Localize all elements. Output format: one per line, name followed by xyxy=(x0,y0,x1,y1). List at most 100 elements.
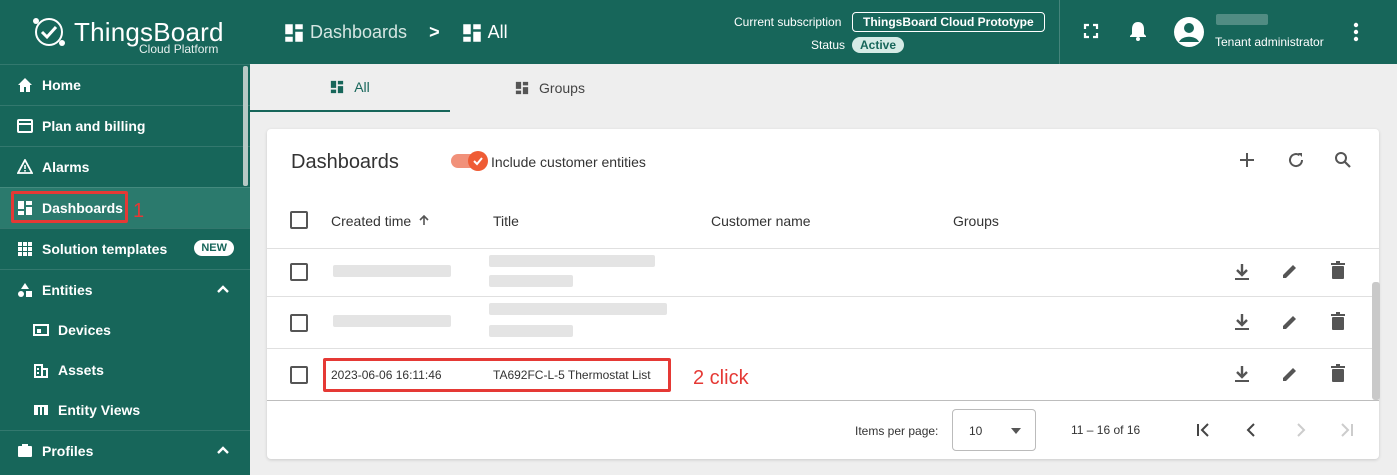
annotation-step-2: 2 click xyxy=(693,367,749,389)
tab-bar: All Groups xyxy=(250,64,1397,112)
sidebar-item-plan-billing[interactable]: Plan and billing xyxy=(0,105,250,146)
next-page-icon[interactable] xyxy=(1295,422,1307,438)
sidebar-item-assets[interactable]: Assets xyxy=(0,350,250,390)
arrow-up-icon[interactable] xyxy=(418,214,430,226)
entity-views-icon xyxy=(32,401,50,419)
last-page-icon[interactable] xyxy=(1339,422,1355,438)
avatar-icon[interactable] xyxy=(1173,16,1205,48)
subscription-chip[interactable]: ThingsBoard Cloud Prototype xyxy=(852,12,1045,32)
card-title: Dashboards xyxy=(291,151,399,173)
breadcrumb-dashboards[interactable]: Dashboards xyxy=(310,22,407,43)
delete-icon[interactable] xyxy=(1330,312,1346,331)
table-scrollbar[interactable] xyxy=(1372,282,1380,400)
annotation-box-row xyxy=(323,358,671,392)
sidebar-item-label: Plan and billing xyxy=(42,118,146,134)
breadcrumb-all: All xyxy=(487,22,508,42)
dashboard-icon xyxy=(285,23,303,42)
fullscreen-icon[interactable] xyxy=(1083,23,1099,39)
search-icon[interactable] xyxy=(1334,151,1352,169)
dashboard-icon xyxy=(515,81,529,95)
add-icon[interactable] xyxy=(1239,152,1255,168)
include-customer-toggle[interactable] xyxy=(451,151,488,171)
warning-icon xyxy=(16,158,34,176)
more-vertical-icon[interactable] xyxy=(1353,22,1359,42)
row-divider xyxy=(267,400,1379,401)
chevron-up-icon[interactable] xyxy=(216,443,230,457)
download-icon[interactable] xyxy=(1233,364,1251,384)
tab-label: All xyxy=(354,79,370,95)
credit-card-icon xyxy=(16,117,34,135)
sidebar-item-home[interactable]: Home xyxy=(0,64,250,105)
sidebar-item-entities[interactable]: Entities xyxy=(0,269,250,310)
download-icon[interactable] xyxy=(1233,262,1251,282)
column-title[interactable]: Title xyxy=(493,213,519,229)
edit-icon[interactable] xyxy=(1281,313,1299,331)
sidebar-item-entity-views[interactable]: Entity Views xyxy=(0,390,250,430)
user-name-redacted xyxy=(1216,14,1268,25)
download-icon[interactable] xyxy=(1233,312,1251,332)
column-customer-name[interactable]: Customer name xyxy=(711,213,811,229)
page-size-value: 10 xyxy=(969,424,983,438)
redacted-title xyxy=(489,275,573,287)
sidebar-item-label: Entities xyxy=(42,282,93,298)
row-checkbox[interactable] xyxy=(290,314,308,332)
breadcrumb-separator: > xyxy=(429,22,440,42)
chevron-up-icon[interactable] xyxy=(216,282,230,296)
sidebar-item-label: Assets xyxy=(58,362,104,378)
edit-icon[interactable] xyxy=(1281,365,1299,383)
delete-icon[interactable] xyxy=(1330,364,1346,383)
sidebar-item-alarms[interactable]: Alarms xyxy=(0,146,250,187)
dashboard-icon xyxy=(462,23,481,42)
row-checkbox[interactable] xyxy=(290,263,308,281)
sidebar-item-label: Profiles xyxy=(42,443,94,459)
redacted-created-time xyxy=(333,265,451,277)
thingsboard-logo-icon xyxy=(33,18,65,46)
row-checkbox[interactable] xyxy=(290,366,308,384)
subscription-label: Current subscription xyxy=(734,15,842,29)
dashboards-table-card: Dashboards Include customer entities Cre… xyxy=(267,129,1379,459)
status-label: Status xyxy=(811,38,846,52)
table-row[interactable] xyxy=(267,249,1379,297)
dashboard-icon xyxy=(331,80,344,94)
notifications-bell-icon[interactable] xyxy=(1129,21,1147,41)
annotation-box-dashboards xyxy=(11,191,128,223)
sidebar-item-devices[interactable]: Devices xyxy=(0,310,250,350)
logo[interactable]: ThingsBoard Cloud Platform xyxy=(0,0,250,64)
toolbar-divider xyxy=(1059,0,1060,64)
status-badge: Active xyxy=(852,37,905,53)
annotation-step-1: 1 xyxy=(133,200,145,222)
delete-icon[interactable] xyxy=(1330,261,1346,280)
select-all-checkbox[interactable] xyxy=(290,211,308,229)
sidebar: ThingsBoard Cloud Platform Home Plan and… xyxy=(0,0,250,475)
page-range: 11 – 16 of 16 xyxy=(1071,423,1141,437)
profiles-icon xyxy=(16,442,34,460)
home-icon xyxy=(16,76,34,94)
entities-icon xyxy=(16,281,34,299)
refresh-icon[interactable] xyxy=(1287,151,1305,169)
check-icon xyxy=(468,151,488,171)
sidebar-item-label: Entity Views xyxy=(58,402,141,418)
logo-subtitle: Cloud Platform xyxy=(139,42,219,56)
tab-all[interactable]: All xyxy=(250,64,450,112)
column-created-time[interactable]: Created time xyxy=(331,213,411,229)
sidebar-item-profiles[interactable]: Profiles xyxy=(0,430,250,471)
sidebar-item-label: Alarms xyxy=(42,159,90,175)
sidebar-scrollbar[interactable] xyxy=(243,66,248,186)
tab-groups[interactable]: Groups xyxy=(450,64,650,112)
grid-icon xyxy=(16,240,34,258)
edit-icon[interactable] xyxy=(1281,262,1299,280)
previous-page-icon[interactable] xyxy=(1245,422,1257,438)
redacted-title xyxy=(489,325,573,337)
table-row[interactable] xyxy=(267,297,1379,348)
redacted-title xyxy=(489,255,655,267)
page-size-select[interactable]: 10 xyxy=(952,409,1036,451)
sidebar-item-label: Devices xyxy=(58,322,111,338)
sidebar-item-solution-templates[interactable]: Solution templates NEW xyxy=(0,228,250,269)
dropdown-arrow-icon xyxy=(1011,428,1021,434)
toggle-label: Include customer entities xyxy=(491,154,646,170)
user-role: Tenant administrator xyxy=(1215,35,1324,49)
breadcrumb: Dashboards > All xyxy=(284,22,508,43)
devices-icon xyxy=(32,321,50,339)
top-toolbar: Dashboards > All Current subscription Th… xyxy=(250,0,1397,64)
first-page-icon[interactable] xyxy=(1195,422,1211,438)
